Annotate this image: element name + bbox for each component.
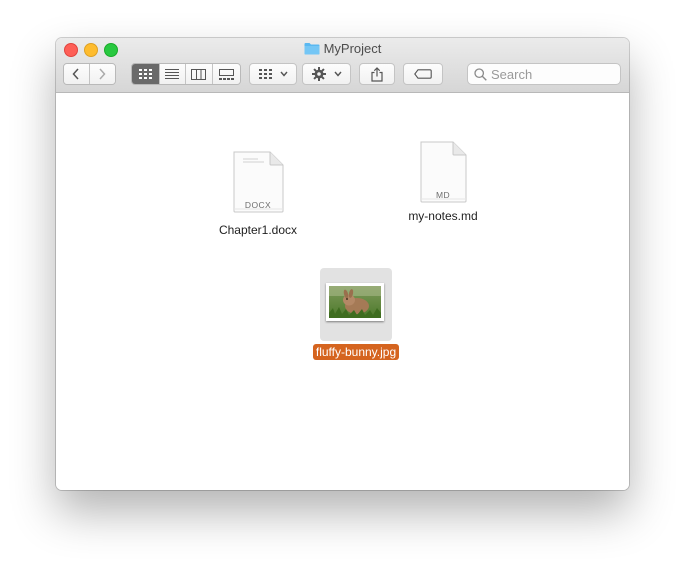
group-by-button[interactable] [249,63,297,85]
navigation-buttons [63,63,116,85]
document-icon: MD [419,141,467,203]
folder-icon [304,42,320,58]
column-view-button[interactable] [186,64,213,84]
finder-window: MyProject Search DOCX Chapter1.docx MD m… [56,38,629,490]
file-extension-label: DOCX [244,200,272,210]
file-extension-label: MD [435,190,451,200]
group-by-icon [258,69,272,79]
file-item[interactable]: MD my-notes.md [393,141,493,225]
window-title: MyProject [56,41,629,58]
edit-tags-button[interactable] [403,63,443,85]
list-view-icon [165,69,180,79]
gallery-view-button[interactable] [212,64,240,84]
forward-button[interactable] [89,64,115,84]
gear-icon [311,67,326,81]
action-button[interactable] [302,63,351,85]
gallery-view-icon [218,68,234,80]
view-mode-control [131,63,241,85]
list-view-button[interactable] [159,64,187,84]
back-button[interactable] [64,64,90,84]
share-button[interactable] [359,63,395,85]
title-bar: MyProject [56,38,629,93]
icon-view-icon [138,69,152,79]
chevron-down-icon [279,71,288,77]
search-field[interactable] [467,63,621,85]
chevron-left-icon [72,68,79,80]
document-icon: DOCX [232,151,284,213]
bunny-photo-thumbnail [329,286,381,318]
share-icon [371,66,383,82]
file-name: fluffy-bunny.jpg [312,344,400,360]
search-input[interactable] [491,66,611,82]
chevron-down-icon [333,71,342,77]
image-thumbnail[interactable] [326,283,384,321]
window-title-text: MyProject [323,41,382,56]
file-browser-area[interactable]: DOCX Chapter1.docx MD my-notes.md fluffy… [56,93,629,490]
column-view-icon [191,68,207,80]
search-icon [474,67,487,81]
tag-icon [414,69,432,79]
file-item[interactable]: fluffy-bunny.jpg [286,343,426,361]
file-item[interactable]: DOCX Chapter1.docx [208,151,308,239]
chevron-right-icon [99,68,106,80]
file-name: Chapter1.docx [218,223,298,237]
file-name: my-notes.md [408,209,478,223]
icon-view-button[interactable] [132,64,160,84]
